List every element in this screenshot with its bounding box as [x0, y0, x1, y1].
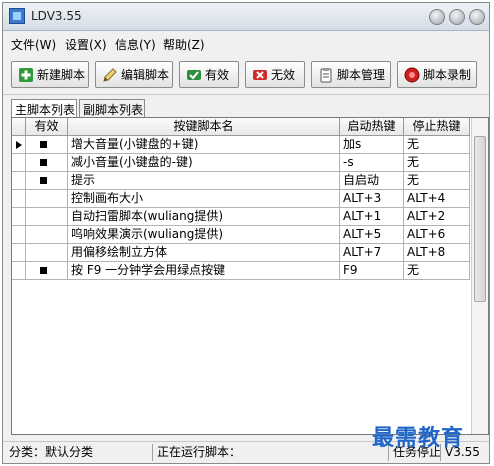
table-header: 有效 按键脚本名 启动热键 停止热键 [12, 118, 470, 136]
script-manage-label: 脚本管理 [337, 68, 386, 82]
enable-label: 有效 [205, 68, 230, 82]
start-hotkey-cell[interactable]: ALT+3 [340, 190, 404, 208]
script-table: 有效 按键脚本名 启动热键 停止热键 增大音量(小键盘的+键) 加s 无减小音量(小… [11, 117, 489, 435]
start-hotkey-cell[interactable]: ALT+5 [340, 226, 404, 244]
enabled-cell[interactable] [26, 226, 68, 244]
disable-label: 无效 [271, 68, 296, 82]
enabled-cell[interactable] [26, 172, 68, 190]
stop-hotkey-cell[interactable]: 无 [404, 172, 470, 190]
start-hotkey-cell[interactable]: F9 [340, 262, 404, 280]
app-window: LDV3.55 文件(W) 设置(X) 信息(Y) 帮助(Z) 新建脚本 编辑脚… [2, 2, 490, 464]
menu-bar: 文件(W) 设置(X) 信息(Y) 帮助(Z) [3, 32, 489, 54]
toolbar: 新建脚本 编辑脚本 有效 无效 脚本管理 脚本录制 [3, 55, 489, 95]
record-icon [404, 67, 420, 83]
stop-hotkey-cell[interactable]: 无 [404, 154, 470, 172]
row-indicator [12, 244, 26, 262]
current-row-pointer [12, 136, 26, 154]
start-hotkey-cell[interactable]: 自启动 [340, 172, 404, 190]
title-bar[interactable]: LDV3.55 [3, 3, 489, 31]
row-indicator [12, 172, 26, 190]
edit-script-button[interactable]: 编辑脚本 [95, 61, 173, 88]
check-icon [186, 67, 202, 83]
watermark-logo: 最需教育 [372, 425, 465, 451]
script-record-button[interactable]: 脚本录制 [397, 61, 477, 88]
app-icon [9, 8, 25, 24]
status-running: 正在运行脚本： [153, 444, 389, 461]
row-indicator [12, 208, 26, 226]
start-hotkey-cell[interactable]: -s [340, 154, 404, 172]
scrollbar-thumb[interactable] [474, 136, 486, 302]
cross-icon [252, 67, 268, 83]
menu-help[interactable]: 帮助(Z) [163, 36, 205, 53]
start-hotkey-cell[interactable]: ALT+7 [340, 244, 404, 262]
enable-button[interactable]: 有效 [179, 61, 239, 88]
table-row[interactable]: 提示 自启动无 [12, 172, 470, 190]
status-category: 分类：默认分类 [5, 444, 153, 461]
table-row[interactable]: 控制画布大小 ALT+3 ALT+4 [12, 190, 470, 208]
stop-hotkey-cell[interactable]: ALT+4 [404, 190, 470, 208]
close-button[interactable] [469, 9, 485, 25]
script-name-cell[interactable]: 增大音量(小键盘的+键) [68, 136, 340, 154]
plus-icon [18, 67, 34, 83]
enabled-square-icon [40, 177, 47, 184]
enabled-cell[interactable] [26, 154, 68, 172]
tab-sub-scripts[interactable]: 副脚本列表 [79, 99, 145, 117]
table-row[interactable]: 呜响效果演示(wuliang提供) ALT+5 ALT+6 [12, 226, 470, 244]
clipboard-icon [318, 67, 334, 83]
row-indicator [12, 262, 26, 280]
script-name-cell[interactable]: 自动扫雷脚本(wuliang提供) [68, 208, 340, 226]
enabled-square-icon [40, 267, 47, 274]
script-name-cell[interactable]: 按 F9 一分钟学会用绿点按键 [68, 262, 340, 280]
script-name-cell[interactable]: 用偏移绘制立方体 [68, 244, 340, 262]
menu-settings[interactable]: 设置(X) [65, 36, 107, 53]
stop-hotkey-cell[interactable]: ALT+2 [404, 208, 470, 226]
new-script-label: 新建脚本 [37, 68, 86, 82]
enabled-cell[interactable] [26, 136, 68, 154]
enabled-square-icon [40, 141, 47, 148]
script-name-cell[interactable]: 减小音量(小键盘的-键) [68, 154, 340, 172]
maximize-button[interactable] [449, 9, 465, 25]
pencil-icon [102, 67, 118, 83]
enabled-square-icon [40, 159, 47, 166]
header-indicator [12, 118, 26, 135]
row-indicator [12, 154, 26, 172]
header-enabled[interactable]: 有效 [26, 118, 68, 135]
edit-script-label: 编辑脚本 [121, 68, 170, 82]
script-manage-button[interactable]: 脚本管理 [311, 61, 391, 88]
vertical-scrollbar[interactable] [471, 118, 488, 434]
enabled-cell[interactable] [26, 244, 68, 262]
disable-button[interactable]: 无效 [245, 61, 305, 88]
tab-main-scripts[interactable]: 主脚本列表 [11, 99, 77, 118]
enabled-cell[interactable] [26, 262, 68, 280]
row-indicator [12, 190, 26, 208]
script-name-cell[interactable]: 提示 [68, 172, 340, 190]
minimize-button[interactable] [429, 9, 445, 25]
header-stop-hotkey[interactable]: 停止热键 [404, 118, 470, 135]
script-name-cell[interactable]: 呜响效果演示(wuliang提供) [68, 226, 340, 244]
start-hotkey-cell[interactable]: 加s [340, 136, 404, 154]
stop-hotkey-cell[interactable]: ALT+8 [404, 244, 470, 262]
stop-hotkey-cell[interactable]: 无 [404, 136, 470, 154]
menu-info[interactable]: 信息(Y) [115, 36, 156, 53]
header-script-name[interactable]: 按键脚本名 [68, 118, 340, 135]
stop-hotkey-cell[interactable]: ALT+6 [404, 226, 470, 244]
table-row[interactable]: 自动扫雷脚本(wuliang提供) ALT+1 ALT+2 [12, 208, 470, 226]
start-hotkey-cell[interactable]: ALT+1 [340, 208, 404, 226]
table-row[interactable]: 用偏移绘制立方体 ALT+7 ALT+8 [12, 244, 470, 262]
table-row[interactable]: 按 F9 一分钟学会用绿点按键 F9 无 [12, 262, 470, 280]
script-name-cell[interactable]: 控制画布大小 [68, 190, 340, 208]
table-row[interactable]: 增大音量(小键盘的+键) 加s 无 [12, 136, 470, 154]
enabled-cell[interactable] [26, 190, 68, 208]
row-indicator [12, 226, 26, 244]
window-title: LDV3.55 [31, 9, 82, 23]
header-start-hotkey[interactable]: 启动热键 [340, 118, 404, 135]
menu-file[interactable]: 文件(W) [11, 36, 56, 53]
new-script-button[interactable]: 新建脚本 [11, 61, 89, 88]
script-record-label: 脚本录制 [423, 68, 472, 82]
table-row[interactable]: 减小音量(小键盘的-键) -s 无 [12, 154, 470, 172]
enabled-cell[interactable] [26, 208, 68, 226]
stop-hotkey-cell[interactable]: 无 [404, 262, 470, 280]
